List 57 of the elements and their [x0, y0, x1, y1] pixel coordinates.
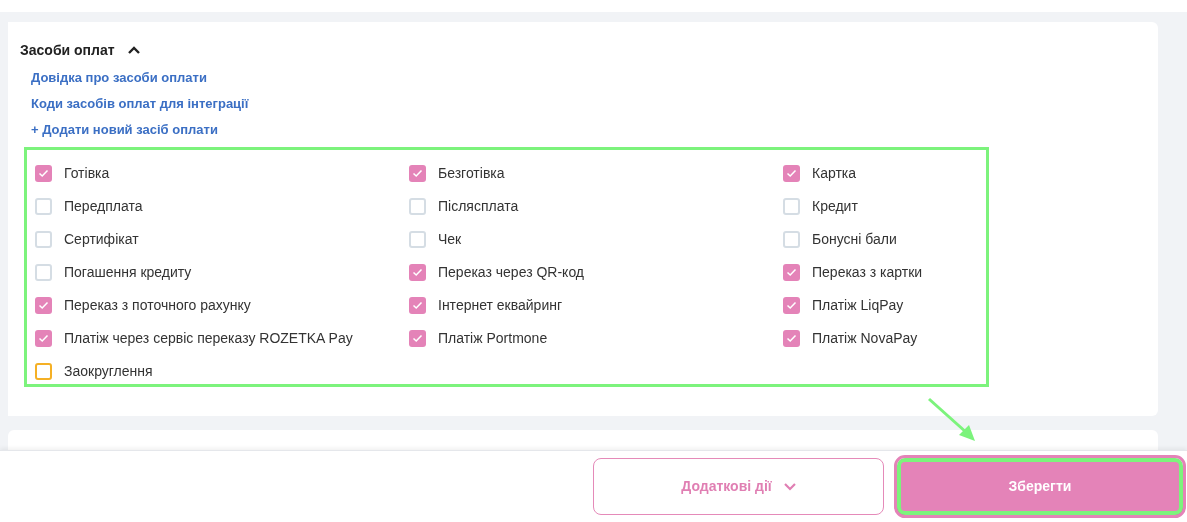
check-icon — [786, 268, 797, 277]
check-icon — [412, 268, 423, 277]
checkbox-label: Переказ з поточного рахунку — [64, 296, 251, 315]
check-icon — [412, 301, 423, 310]
checkbox-label: Платіж через сервіс переказу ROZETKA Pay — [64, 329, 353, 348]
section-title: Засоби оплат — [20, 40, 115, 60]
checkbox[interactable] — [35, 198, 52, 215]
check-icon — [38, 169, 49, 178]
check-icon — [786, 301, 797, 310]
checkbox-label: Інтернет еквайринг — [438, 296, 563, 315]
checkbox[interactable] — [783, 330, 800, 347]
checkbox-label: Безготівка — [438, 164, 505, 183]
checkbox-label: Післясплата — [438, 197, 519, 216]
checkbox[interactable] — [783, 297, 800, 314]
checkbox-label: Передплата — [64, 197, 143, 216]
check-icon — [38, 301, 49, 310]
checkbox[interactable] — [409, 198, 426, 215]
checkbox-label: Чек — [438, 230, 462, 249]
checkbox-label: Платіж Portmone — [438, 329, 548, 348]
checkbox[interactable] — [783, 264, 800, 281]
help-link[interactable]: Коди засобів оплат для інтеграції — [31, 91, 249, 117]
help-link[interactable]: Довідка про засоби оплати — [31, 65, 207, 91]
check-icon — [786, 169, 797, 178]
checkbox[interactable] — [409, 330, 426, 347]
checkbox[interactable] — [35, 330, 52, 347]
checkbox-label: Платіж LiqPay — [812, 296, 904, 315]
checkbox-label: Картка — [812, 164, 857, 183]
checkbox-label: Переказ через QR-код — [438, 263, 585, 282]
save-button[interactable]: Зберегти — [897, 458, 1183, 515]
checkbox-label: Кредит — [812, 197, 858, 216]
checkbox-label: Готівка — [64, 164, 110, 183]
checkbox-label: Переказ з картки — [812, 263, 923, 282]
checkbox[interactable] — [35, 363, 52, 380]
checkbox[interactable] — [35, 231, 52, 248]
checkbox[interactable] — [783, 231, 800, 248]
checkbox-label: Бонусні бали — [812, 230, 897, 249]
check-icon — [38, 334, 49, 343]
checkbox[interactable] — [409, 231, 426, 248]
checkbox[interactable] — [783, 165, 800, 182]
checkbox[interactable] — [409, 297, 426, 314]
checkbox[interactable] — [409, 264, 426, 281]
checkbox[interactable] — [783, 198, 800, 215]
checkbox[interactable] — [35, 297, 52, 314]
more-actions-button[interactable]: Додаткові дії — [593, 458, 884, 515]
checkbox[interactable] — [409, 165, 426, 182]
checkbox[interactable] — [35, 264, 52, 281]
check-icon — [412, 169, 423, 178]
checkbox-label: Платіж NovaPay — [812, 329, 918, 348]
checkbox-label: Заокруглення — [64, 362, 153, 381]
checkbox-label: Погашення кредиту — [64, 263, 192, 282]
check-icon — [786, 334, 797, 343]
help-link[interactable]: + Додати новий засіб оплати — [31, 117, 218, 143]
arrow-icon — [927, 397, 977, 443]
checkbox[interactable] — [35, 165, 52, 182]
check-icon — [412, 334, 423, 343]
caret-icon — [783, 482, 796, 491]
checkbox-label: Сертифікат — [64, 230, 139, 249]
